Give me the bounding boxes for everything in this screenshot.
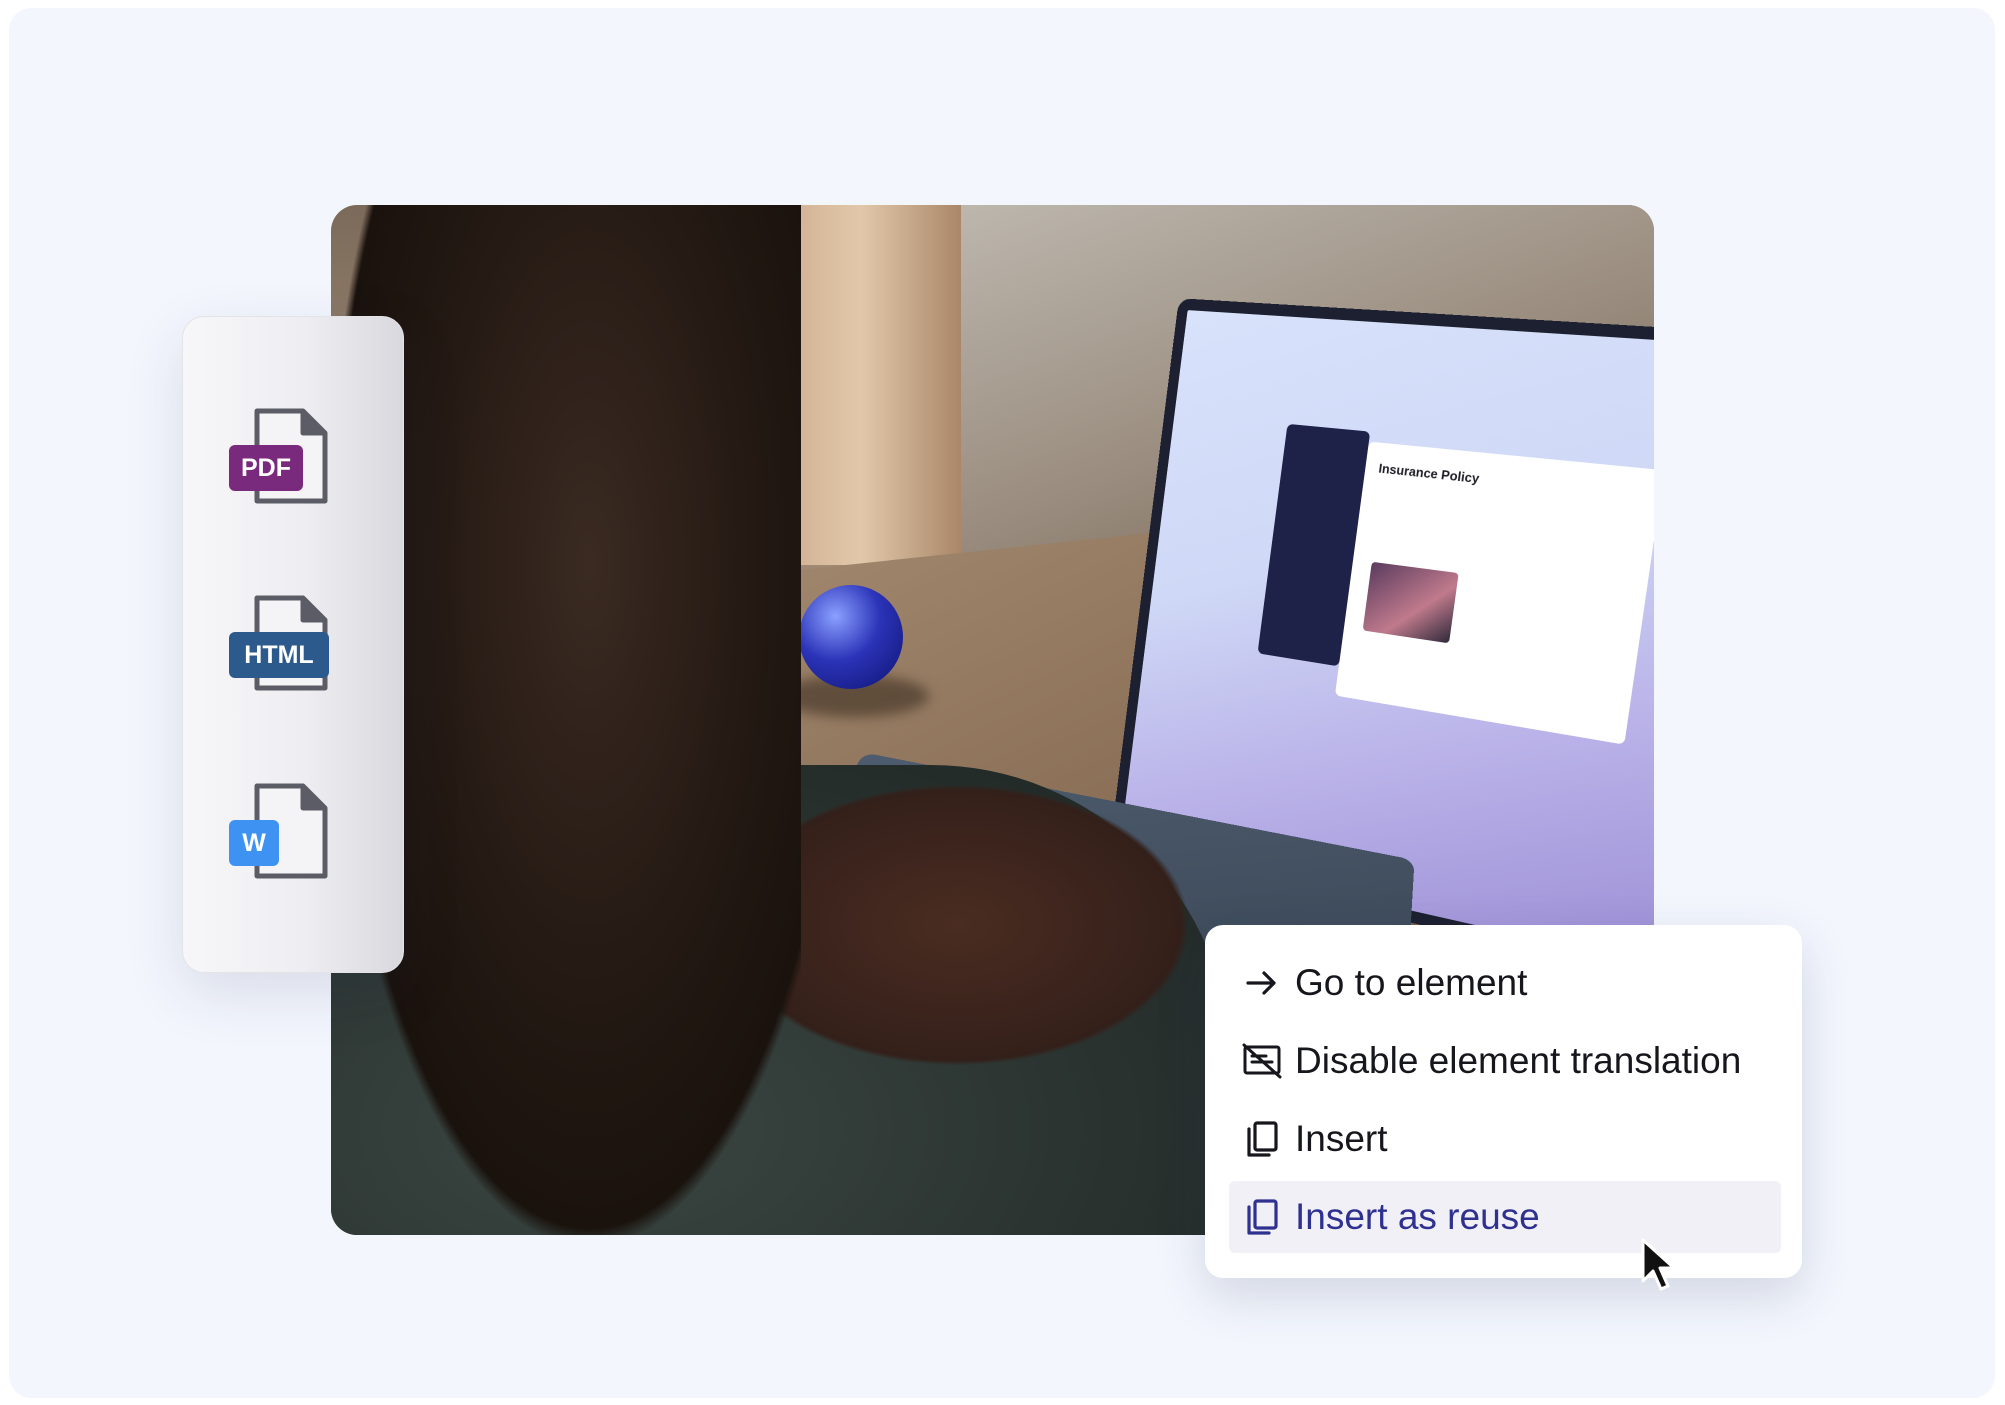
context-menu: Go to element Disable element translatio…	[1205, 925, 1802, 1278]
menu-item-insert[interactable]: Insert	[1229, 1103, 1781, 1175]
menu-item-label: Insert as reuse	[1295, 1196, 1540, 1237]
arrow-right-icon	[1241, 962, 1283, 1004]
translation-off-icon	[1241, 1040, 1283, 1082]
file-item-pdf[interactable]: PDF	[229, 407, 359, 517]
file-format-panel: PDF HTML W	[182, 316, 404, 973]
word-badge: W	[229, 820, 279, 866]
mouse-cursor-icon	[1641, 1238, 1676, 1291]
menu-item-label: Insert	[1295, 1118, 1388, 1159]
file-item-html[interactable]: HTML	[229, 594, 359, 704]
menu-item-label: Go to element	[1295, 962, 1528, 1003]
file-item-word[interactable]: W	[229, 782, 359, 892]
pdf-badge: PDF	[229, 445, 303, 491]
menu-item-insert-as-reuse[interactable]: Insert as reuse	[1229, 1181, 1781, 1253]
menu-item-disable-translation[interactable]: Disable element translation	[1229, 1025, 1781, 1097]
app-image	[1362, 561, 1459, 644]
person-hands	[781, 765, 1221, 1085]
copy-icon	[1241, 1196, 1283, 1238]
menu-item-label: Disable element translation	[1295, 1040, 1742, 1081]
app-document-title: Insurance Policy	[1377, 460, 1481, 487]
photo-blue-ball	[799, 585, 903, 689]
html-badge: HTML	[229, 632, 329, 678]
copy-icon	[1241, 1118, 1283, 1160]
menu-item-go-to-element[interactable]: Go to element	[1229, 947, 1781, 1019]
